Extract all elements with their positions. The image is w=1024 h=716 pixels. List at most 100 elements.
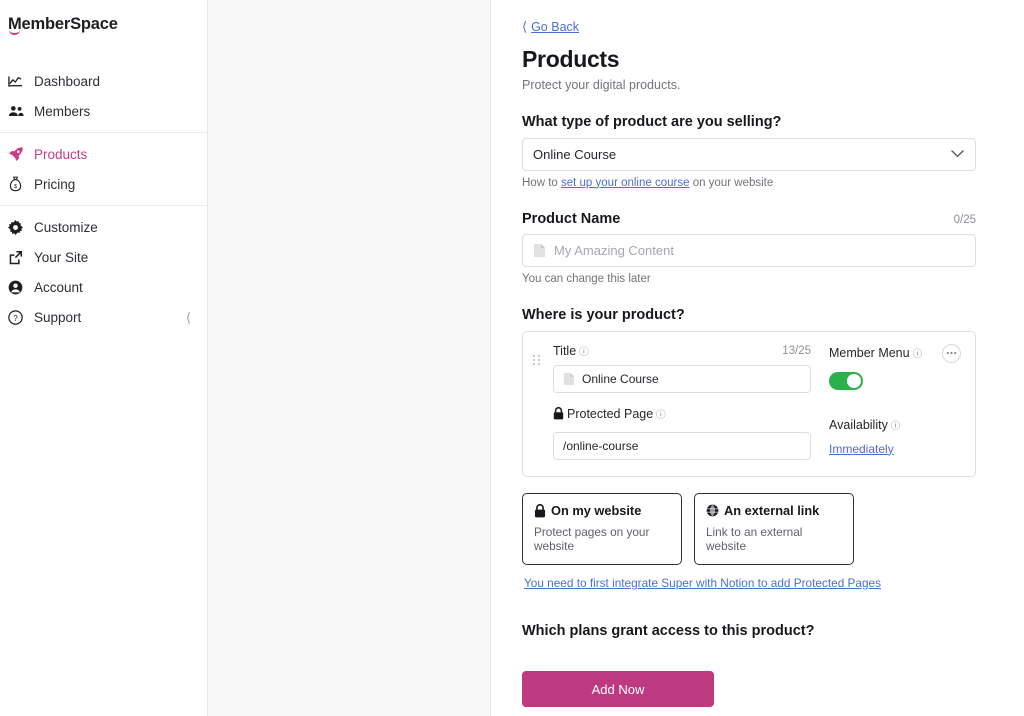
tile-title-row: On my website: [534, 503, 670, 518]
more-options-button[interactable]: [942, 343, 961, 363]
sidebar-item-label: Pricing: [34, 176, 76, 192]
page-icon: [533, 243, 546, 258]
title-label-text: Title: [553, 343, 577, 358]
product-name-label-row: Product Name 0/25: [522, 211, 976, 227]
plans-heading: Which plans grant access to this product…: [522, 623, 815, 639]
main-content: ⟨ Go Back Products Protect your digital …: [491, 0, 1024, 716]
lock-icon: [534, 503, 546, 518]
money-bag-icon: $: [8, 176, 30, 192]
tile-title-text: On my website: [551, 503, 642, 518]
product-type-helper: How to set up your online course on your…: [522, 177, 976, 189]
chevron-left-icon[interactable]: ⟨: [186, 311, 191, 324]
member-menu-label: Member Menu ⓘ: [829, 346, 922, 360]
external-link-icon: [8, 250, 30, 265]
tile-an-external-link[interactable]: An external link Link to an external web…: [694, 493, 854, 565]
sidebar-item-label: Customize: [34, 219, 98, 235]
toggle-knob: [847, 373, 861, 388]
product-type-heading: What type of product are you selling?: [522, 113, 782, 130]
sidebar-item-your-site[interactable]: Your Site: [0, 242, 207, 272]
sidebar-item-label: Support: [34, 309, 82, 325]
helper-suffix: on your website: [689, 176, 774, 189]
secondary-pane: [208, 0, 491, 716]
card-left-column: Title ⓘ 13/25 Online Course Protected Pa…: [553, 344, 811, 460]
member-menu-row: Member Menu ⓘ: [829, 343, 961, 363]
product-name-helper: You can change this later: [522, 272, 651, 285]
globe-icon: [706, 504, 719, 517]
sidebar-item-customize[interactable]: Customize: [0, 212, 207, 242]
product-type-select[interactable]: Online Course: [522, 137, 976, 171]
gear-icon: [8, 219, 30, 235]
title-value: Online Course: [582, 371, 659, 386]
sidebar-item-account[interactable]: Account: [0, 272, 207, 302]
page-subtitle: Protect your digital products.: [522, 77, 681, 92]
sidebar: MemberSpace Dashboard Members Products $…: [0, 0, 208, 716]
helper-prefix: How to: [522, 176, 561, 189]
go-back-link[interactable]: ⟨ Go Back: [522, 20, 579, 34]
lock-icon: [553, 407, 564, 420]
info-icon[interactable]: ⓘ: [891, 418, 901, 432]
drag-handle-icon[interactable]: [533, 344, 543, 461]
app-root: MemberSpace Dashboard Members Products $…: [0, 0, 1024, 716]
product-location-card: Title ⓘ 13/25 Online Course Protected Pa…: [522, 330, 976, 477]
tile-title-row: An external link: [706, 503, 842, 518]
title-counter: 13/25: [782, 344, 811, 357]
sidebar-group-settings: Customize Your Site Account ? Support ⟨: [0, 206, 207, 338]
page-title: Products: [522, 45, 620, 72]
member-menu-toggle[interactable]: [829, 371, 863, 390]
title-input[interactable]: Online Course: [553, 364, 811, 393]
product-name-heading: Product Name: [522, 210, 621, 227]
availability-value-link[interactable]: Immediately: [829, 442, 894, 456]
people-icon: [8, 104, 30, 119]
sidebar-item-dashboard[interactable]: Dashboard: [0, 66, 207, 96]
sidebar-item-members[interactable]: Members: [0, 96, 207, 126]
protected-page-input[interactable]: /online-course: [553, 432, 811, 460]
sidebar-item-label: Products: [34, 146, 88, 162]
logo-mark: MemberSpace: [8, 14, 118, 35]
chart-line-icon: [8, 74, 30, 89]
product-name-counter: 0/25: [953, 213, 976, 226]
product-name-placeholder: My Amazing Content: [554, 242, 674, 258]
integration-warning-link[interactable]: You need to first integrate Super with N…: [524, 576, 976, 590]
sidebar-item-products[interactable]: Products: [0, 139, 207, 169]
title-label: Title ⓘ: [553, 344, 589, 358]
brand-logo[interactable]: MemberSpace: [0, 0, 207, 35]
tile-title-text: An external link: [724, 503, 820, 518]
tile-subtitle: Protect pages on your website: [534, 525, 650, 553]
protected-page-value: /online-course: [563, 439, 639, 453]
question-circle-icon: ?: [8, 309, 30, 325]
drag-dots: [533, 354, 543, 365]
svg-text:$: $: [14, 184, 18, 190]
sidebar-item-label: Members: [34, 103, 91, 119]
setup-course-link[interactable]: set up your online course: [561, 177, 690, 189]
chevron-left-icon: ⟨: [522, 19, 528, 34]
rocket-icon: [8, 146, 30, 162]
info-icon[interactable]: ⓘ: [913, 346, 923, 360]
protected-page-label-text: Protected Page: [567, 406, 654, 421]
availability-label: Availability ⓘ: [829, 418, 900, 432]
card-right-column: Member Menu ⓘ Availability ⓘ Immediately: [821, 343, 961, 461]
product-name-input[interactable]: My Amazing Content: [522, 233, 976, 267]
where-heading: Where is your product?: [522, 306, 685, 323]
info-icon[interactable]: ⓘ: [656, 407, 666, 421]
protected-page-label: Protected Page ⓘ: [553, 407, 666, 421]
sidebar-group-main: Dashboard Members: [0, 34, 207, 132]
brand-name: MemberSpace: [8, 14, 118, 33]
info-icon[interactable]: ⓘ: [579, 344, 589, 358]
add-now-button[interactable]: Add Now: [522, 671, 714, 707]
page-icon: [563, 372, 575, 386]
sidebar-group-catalog: Products $ Pricing: [0, 133, 207, 205]
availability-label-text: Availability: [829, 417, 888, 432]
title-label-row: Title ⓘ 13/25: [553, 344, 811, 358]
product-type-selected-value: Online Course: [533, 146, 617, 162]
svg-text:?: ?: [13, 313, 18, 322]
sidebar-item-label: Account: [34, 279, 83, 295]
sidebar-item-support[interactable]: ? Support ⟨: [0, 302, 207, 332]
location-option-tiles: On my website Protect pages on your webs…: [522, 493, 976, 565]
tile-on-my-website[interactable]: On my website Protect pages on your webs…: [522, 493, 682, 565]
sidebar-item-label: Dashboard: [34, 73, 101, 89]
sidebar-item-pricing[interactable]: $ Pricing: [0, 169, 207, 199]
user-circle-icon: [8, 280, 30, 295]
product-type-select-wrap: Online Course: [522, 137, 976, 171]
sidebar-item-label: Your Site: [34, 249, 89, 265]
member-menu-label-text: Member Menu: [829, 346, 910, 360]
